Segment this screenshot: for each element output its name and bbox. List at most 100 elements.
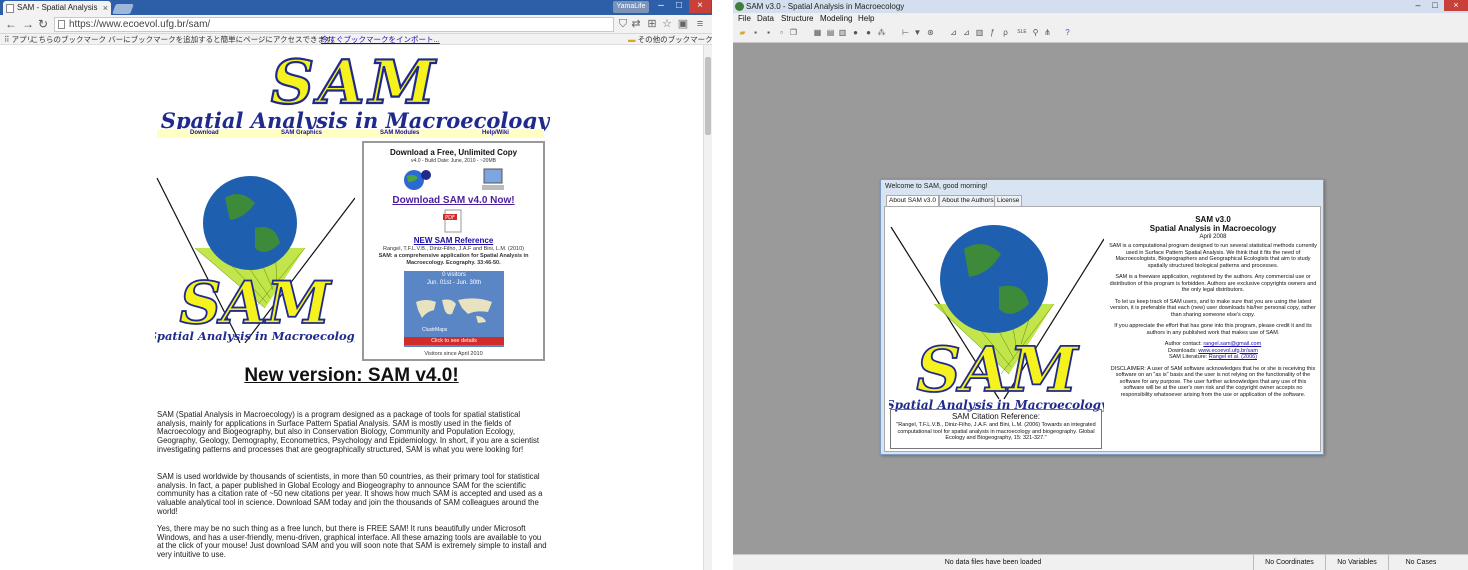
person-icon[interactable]: ⚲ xyxy=(1031,28,1040,37)
tab-about-authors[interactable]: About the Authors xyxy=(939,195,997,206)
other-bookmarks[interactable]: ▬ その他のブックマーク xyxy=(628,34,712,44)
tab-strip: SAM - Spatial Analysis × YamaLife – □ × xyxy=(0,0,712,15)
chart-icon[interactable]: ▥ xyxy=(838,28,847,37)
app-minimize-icon[interactable]: – xyxy=(1409,0,1427,11)
apps-shortcut[interactable]: ⠿ アプリ xyxy=(4,34,34,44)
app-menu-bar: File Data Structure Modeling Help xyxy=(733,13,1468,24)
world-map-icon xyxy=(416,298,492,323)
app-maximize-icon[interactable]: □ xyxy=(1427,0,1443,11)
forward-icon[interactable]: → xyxy=(22,17,34,31)
app-title: SAM v3.0 - Spatial Analysis in Macroecol… xyxy=(746,2,905,11)
url-text: https://www.ecoevol.ufg.br/sam/ xyxy=(69,19,211,30)
help-icon[interactable]: ? xyxy=(1063,28,1072,37)
tab-license[interactable]: License xyxy=(994,195,1023,206)
visitor-map-widget[interactable]: 0 visitors Jun. 01st - Jun. 30th ClustrM… xyxy=(404,271,504,347)
grid-icon[interactable]: ▦ xyxy=(813,28,822,37)
globe-tool-icon[interactable]: ● xyxy=(864,28,873,37)
nav-sam-modules[interactable]: SAM Modules xyxy=(380,129,419,138)
scatter-icon[interactable]: ⊿ xyxy=(962,28,971,37)
folder-icon: ▬ xyxy=(628,35,638,44)
menu-icon[interactable]: ≡ xyxy=(694,18,706,30)
browser-window: SAM - Spatial Analysis × YamaLife – □ × … xyxy=(0,0,712,570)
menu-data[interactable]: Data xyxy=(757,13,774,24)
menu-modeling[interactable]: Modeling xyxy=(820,13,852,24)
sle-icon[interactable]: SLE xyxy=(1015,28,1029,37)
menu-structure[interactable]: Structure xyxy=(781,13,813,24)
dialog-sam-logo: SAM Spatial Analysis in Macroecology xyxy=(889,225,1104,412)
regression-icon[interactable]: ⊿ xyxy=(949,28,958,37)
open-icon[interactable]: ▰ xyxy=(738,28,747,37)
rho-icon[interactable]: ρ xyxy=(1001,28,1010,37)
downloads-label: Downloads: xyxy=(1168,347,1197,354)
translate-icon[interactable]: ⇄ xyxy=(630,18,642,30)
copy-icon[interactable]: ❐ xyxy=(789,28,798,37)
browser-tab[interactable]: SAM - Spatial Analysis × xyxy=(3,1,111,15)
scrollbar-thumb[interactable] xyxy=(705,57,711,135)
sam-globe-logo: SAM Spatial Analysis in Macroecology xyxy=(155,176,355,343)
tab-title: SAM - Spatial Analysis xyxy=(17,3,98,12)
apps-grid-icon: ⠿ xyxy=(4,35,12,44)
literature-link[interactable]: Rangel et al. (2006) xyxy=(1209,354,1257,360)
sam-reference-link[interactable]: NEW SAM Reference xyxy=(364,236,543,245)
download-now-link[interactable]: Download SAM v4.0 Now! xyxy=(364,195,543,206)
profile-button[interactable]: YamaLife xyxy=(613,1,649,13)
app-close-icon[interactable]: × xyxy=(1444,0,1468,11)
tab-about-sam[interactable]: About SAM v3.0 xyxy=(886,195,939,206)
download-heading: Download a Free, Unlimited Copy xyxy=(389,148,518,157)
minimize-icon[interactable]: – xyxy=(652,0,670,13)
close-window-icon[interactable]: × xyxy=(689,0,711,13)
tab-close-icon[interactable]: × xyxy=(103,1,108,15)
circle-icon[interactable]: ● xyxy=(851,28,860,37)
maximize-icon[interactable]: □ xyxy=(670,0,688,13)
save-as-icon[interactable]: ▪ xyxy=(764,28,773,37)
tree-icon[interactable]: ⋔ xyxy=(1043,28,1052,37)
table-icon[interactable]: ▤ xyxy=(826,28,835,37)
back-icon[interactable]: ← xyxy=(5,17,17,31)
extension-icon[interactable]: ⊞ xyxy=(646,18,658,30)
svg-text:PDF: PDF xyxy=(445,215,455,221)
downloads-link[interactable]: www.ecoevol.ufg.br/sam xyxy=(1198,348,1258,354)
new-tab-button[interactable] xyxy=(112,4,134,14)
download-box: Download a Free, Unlimited Copy v4.0 - B… xyxy=(362,141,545,361)
export-icon[interactable]: ▫ xyxy=(777,28,786,37)
points-icon[interactable]: ⁂ xyxy=(877,28,886,37)
import-bookmarks-link[interactable]: 今すぐブックマークをインポート... xyxy=(321,34,440,44)
menu-file[interactable]: File xyxy=(738,13,751,24)
save-icon[interactable]: ▪ xyxy=(751,28,760,37)
download-globe-icon[interactable] xyxy=(402,167,432,191)
app-title-bar: SAM v3.0 - Spatial Analysis in Macroecol… xyxy=(733,0,1468,13)
histogram-icon[interactable]: ▥ xyxy=(975,28,984,37)
globe-logo-subtitle: Spatial Analysis in Macroecology xyxy=(155,329,355,343)
reference-title: SAM: a comprehensive application for Spa… xyxy=(378,253,529,266)
page-favicon-icon xyxy=(6,4,14,13)
target-icon[interactable]: ⊛ xyxy=(926,28,935,37)
address-bar[interactable]: https://www.ecoevol.ufg.br/sam/ xyxy=(54,17,614,32)
site-navigation: Download SAM Graphics SAM Modules Help/W… xyxy=(157,129,544,138)
correlogram-icon[interactable]: ƒ xyxy=(988,28,997,37)
browser-toolbar: ← → ↻ https://www.ecoevol.ufg.br/sam/ ⛉ … xyxy=(0,15,712,34)
site-logo: SAM Spatial Analysis in Macroecology xyxy=(161,51,550,133)
reload-icon[interactable]: ↻ xyxy=(38,17,48,31)
star-icon[interactable]: ☆ xyxy=(661,18,673,30)
nav-download[interactable]: Download xyxy=(190,129,219,138)
visitor-details-button[interactable]: Click to see details xyxy=(404,337,504,345)
app-status-bar: No data files have been loaded No Coordi… xyxy=(733,554,1468,570)
about-paragraph-4: If you appreciate the effort that has go… xyxy=(1114,323,1312,336)
extension2-icon[interactable]: ▣ xyxy=(677,18,689,30)
nav-help-wiki[interactable]: Help/Wiki xyxy=(482,129,509,138)
shield-icon[interactable]: ⛉ xyxy=(617,18,629,30)
about-version: SAM v3.0 xyxy=(1195,215,1231,224)
nav-sam-graphics[interactable]: SAM Graphics xyxy=(281,129,322,138)
computer-icon[interactable] xyxy=(480,167,508,193)
page-scrollbar[interactable] xyxy=(703,45,712,570)
disclaimer: DISCLAIMER: A user of SAM software ackno… xyxy=(1110,365,1316,398)
about-paragraph-3: To let us keep track of SAM users, and t… xyxy=(1110,298,1316,318)
axis-icon[interactable]: ⊢ xyxy=(901,28,910,37)
reference-authors: Rangel, T.F.L.V.B., Diniz-Filho, J.A.F a… xyxy=(383,246,524,252)
menu-help[interactable]: Help xyxy=(858,13,874,24)
pdf-icon[interactable]: PDF xyxy=(442,209,464,235)
app-toolbar: ▰ ▪ ▪ ▫ ❐ ▦ ▤ ▥ ● ● ⁂ ⊢ ▼ ⊛ ⊿ ⊿ ▥ ƒ ρ SL… xyxy=(733,24,1468,43)
page-info-icon[interactable] xyxy=(58,20,65,29)
contact-link[interactable]: rangel.sam@gmail.com xyxy=(1203,341,1261,347)
filter-icon[interactable]: ▼ xyxy=(913,28,922,37)
